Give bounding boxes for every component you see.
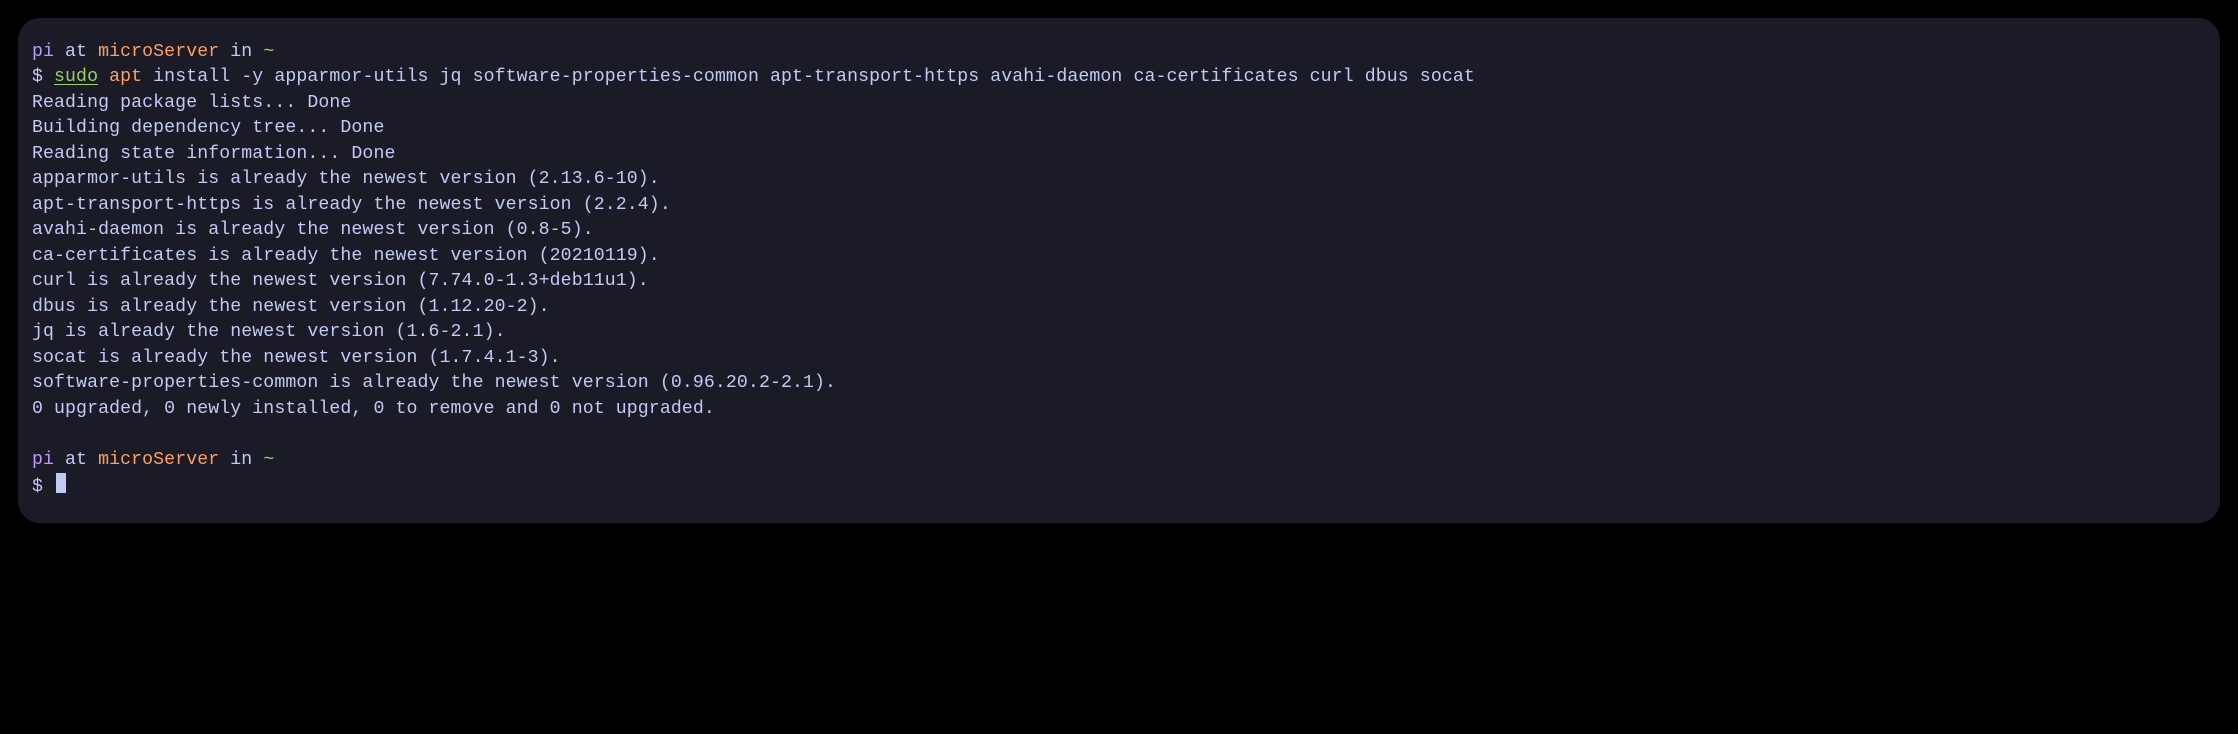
prompt-host: microServer: [98, 450, 219, 470]
output-line: socat is already the newest version (1.7…: [32, 346, 2206, 371]
output-line: apparmor-utils is already the newest ver…: [32, 167, 2206, 192]
prompt-in: in: [219, 450, 263, 470]
command-line: $ sudo apt install -y apparmor-utils jq …: [32, 65, 2206, 90]
input-line[interactable]: $: [32, 473, 2206, 500]
output-line: dbus is already the newest version (1.12…: [32, 295, 2206, 320]
output-line: Reading package lists... Done: [32, 91, 2206, 116]
output-line: software-properties-common is already th…: [32, 371, 2206, 396]
prompt-user: pi: [32, 42, 54, 62]
prompt-in: in: [219, 42, 263, 62]
output-line: curl is already the newest version (7.74…: [32, 269, 2206, 294]
prompt-host: microServer: [98, 42, 219, 62]
output-line: 0 upgraded, 0 newly installed, 0 to remo…: [32, 397, 2206, 422]
prompt-dollar: $: [32, 477, 54, 497]
prompt-user: pi: [32, 450, 54, 470]
prompt-line-2: pi at microServer in ~: [32, 448, 2206, 473]
terminal-window[interactable]: pi at microServer in ~ $ sudo apt instal…: [18, 18, 2220, 523]
cmd-sudo: sudo: [54, 67, 98, 87]
cmd-space: [98, 67, 109, 87]
cmd-apt: apt: [109, 67, 142, 87]
prompt-at: at: [54, 450, 98, 470]
output-line: apt-transport-https is already the newes…: [32, 193, 2206, 218]
output-line: Reading state information... Done: [32, 142, 2206, 167]
prompt-at: at: [54, 42, 98, 62]
blank-line: [32, 422, 2206, 447]
output-line: jq is already the newest version (1.6-2.…: [32, 320, 2206, 345]
prompt-cwd: ~: [263, 42, 274, 62]
cursor-icon: [56, 473, 66, 493]
prompt-dollar: $: [32, 67, 54, 87]
prompt-cwd: ~: [263, 450, 274, 470]
prompt-line-1: pi at microServer in ~: [32, 40, 2206, 65]
cmd-args: install -y apparmor-utils jq software-pr…: [142, 67, 1475, 87]
output-line: ca-certificates is already the newest ve…: [32, 244, 2206, 269]
output-line: avahi-daemon is already the newest versi…: [32, 218, 2206, 243]
output-line: Building dependency tree... Done: [32, 116, 2206, 141]
